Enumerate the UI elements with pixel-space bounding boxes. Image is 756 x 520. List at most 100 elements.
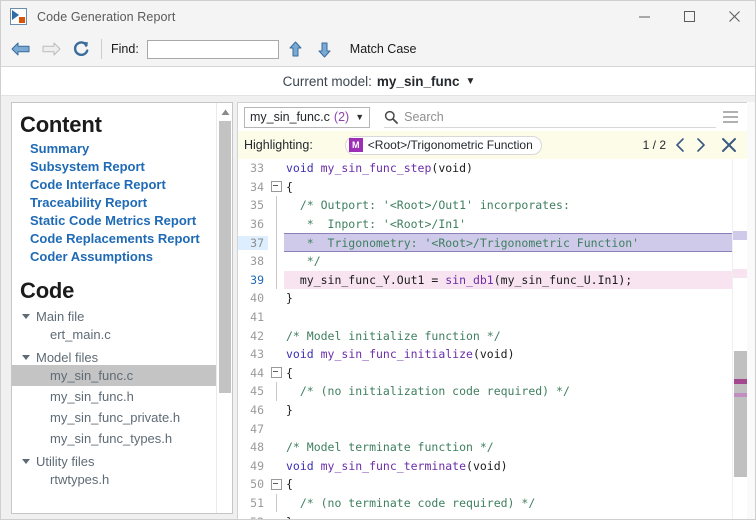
code-line[interactable]: 38 */ (238, 252, 748, 271)
code-text: { (284, 477, 748, 491)
close-icon[interactable] (712, 1, 756, 32)
code-text: /* Model initialize function */ (284, 329, 748, 343)
toolbar-separator (101, 39, 102, 59)
code-line[interactable]: 42 /* Model initialize function */ (238, 326, 748, 345)
fold-guide-line (268, 233, 284, 252)
scroll-up-icon[interactable] (217, 105, 233, 119)
code-line[interactable]: 34{ (238, 178, 748, 197)
code-line[interactable]: 47 (238, 419, 748, 438)
window-title: Code Generation Report (37, 10, 175, 24)
code-line[interactable]: 35 /* Outport: '<Root>/Out1' incorporate… (238, 196, 748, 215)
sidebar-file-ert-main-c[interactable]: ert_main.c (12, 324, 216, 345)
code-heading: Code (20, 278, 216, 304)
sidebar-file-my-sin-func-h[interactable]: my_sin_func.h (12, 386, 216, 407)
highlight-item-pill[interactable]: M <Root>/Trigonometric Function (345, 136, 542, 155)
current-model-bar: Current model: my_sin_func ▼ (1, 67, 756, 96)
code-line[interactable]: 50{ (238, 475, 748, 494)
code-text: { (284, 366, 748, 380)
sidebar-group-model-files[interactable]: Model files (22, 350, 216, 365)
line-number: 37 (238, 236, 268, 250)
current-model-label: Current model: (283, 74, 372, 89)
sidebar-link-code-interface-report[interactable]: Code Interface Report (30, 177, 216, 192)
fold-collapse-icon[interactable] (268, 367, 284, 378)
sidebar-file-my-sin-func-types-h[interactable]: my_sin_func_types.h (12, 428, 216, 449)
code-text: void my_sin_func_step(void) (284, 161, 748, 175)
back-arrow-icon[interactable] (8, 36, 34, 62)
sidebar-file-my-sin-func-c[interactable]: my_sin_func.c (12, 365, 216, 386)
line-number: 38 (238, 254, 268, 268)
code-listing[interactable]: 33void my_sin_func_step(void)34{35 /* Ou… (238, 159, 748, 520)
sidebar-link-summary[interactable]: Summary (30, 141, 216, 156)
code-line[interactable]: 49void my_sin_func_terminate(void) (238, 457, 748, 476)
window-controls (622, 1, 756, 32)
code-line[interactable]: 51 /* (no terminate code required) */ (238, 494, 748, 513)
code-line[interactable]: 36 * Inport: '<Root>/In1' (238, 215, 748, 234)
sidebar-group-label: Main file (36, 309, 84, 324)
sidebar-file-my-sin-func-private-h[interactable]: my_sin_func_private.h (12, 407, 216, 428)
fold-guide-line (268, 252, 284, 271)
code-text: my_sin_func_Y.Out1 = sin_db1(my_sin_func… (284, 271, 748, 290)
highlighting-bar: Highlighting: M <Root>/Trigonometric Fun… (238, 131, 748, 159)
line-number: 48 (238, 440, 268, 454)
hamburger-menu-icon[interactable] (716, 103, 744, 131)
code-text: /* Outport: '<Root>/Out1' incorporates: (284, 198, 748, 212)
code-text: */ (284, 254, 748, 268)
refresh-icon[interactable] (68, 36, 94, 62)
app-icon (10, 8, 27, 25)
close-highlight-icon[interactable] (720, 135, 738, 155)
minimize-icon[interactable] (622, 1, 667, 32)
maximize-icon[interactable] (667, 1, 712, 32)
toolbar: Find: Match Case (1, 32, 756, 67)
sidebar-scrollbar-thumb[interactable] (219, 121, 231, 393)
code-line[interactable]: 44 { (238, 364, 748, 383)
highlighting-label: Highlighting: (244, 138, 313, 152)
line-number: 36 (238, 217, 268, 231)
code-text: } (284, 403, 748, 417)
sidebar-link-code-replacements-report[interactable]: Code Replacements Report (30, 231, 216, 246)
down-arrow-icon[interactable] (313, 37, 337, 61)
search-box[interactable] (384, 106, 716, 128)
sidebar-link-subsystem-report[interactable]: Subsystem Report (30, 159, 216, 174)
sidebar-group-main-file[interactable]: Main file (22, 309, 216, 324)
chevron-down-icon[interactable]: ▼ (465, 76, 475, 87)
line-number: 44 (238, 366, 268, 380)
match-case-label[interactable]: Match Case (350, 42, 417, 56)
code-line[interactable]: 37 * Trigonometry: '<Root>/Trigonometric… (238, 233, 748, 252)
sidebar-file-rtwtypes-h[interactable]: rtwtypes.h (12, 469, 216, 490)
code-line[interactable]: 46} (238, 401, 748, 420)
search-input[interactable] (404, 110, 716, 124)
sidebar-link-traceability-report[interactable]: Traceability Report (30, 195, 216, 210)
up-arrow-icon[interactable] (284, 37, 308, 61)
current-model-name: my_sin_func (377, 74, 460, 89)
sidebar-scrollbar[interactable] (216, 103, 232, 513)
triangle-down-icon (22, 459, 30, 464)
code-line[interactable]: 33void my_sin_func_step(void) (238, 159, 748, 178)
code-line[interactable]: 39 my_sin_func_Y.Out1 = sin_db1(my_sin_f… (238, 271, 748, 290)
code-line[interactable]: 52} (238, 512, 748, 520)
code-line[interactable]: 43void my_sin_func_initialize(void) (238, 345, 748, 364)
line-number: 34 (238, 180, 268, 194)
fold-collapse-icon[interactable] (268, 479, 284, 490)
fold-collapse-icon[interactable] (268, 181, 284, 192)
model-badge-icon: M (349, 138, 363, 152)
sidebar-content: Content Summary Subsystem Report Code In… (12, 103, 216, 513)
fold-guide-line (268, 271, 284, 290)
file-selector-value: my_sin_func.c (250, 110, 330, 124)
triangle-down-icon (22, 314, 30, 319)
line-number: 42 (238, 329, 268, 343)
line-number: 47 (238, 422, 268, 436)
sidebar-group-utility-files[interactable]: Utility files (22, 454, 216, 469)
code-line[interactable]: 48/* Model terminate function */ (238, 438, 748, 457)
find-input[interactable] (147, 40, 279, 59)
line-number: 45 (238, 384, 268, 398)
sidebar: Content Summary Subsystem Report Code In… (11, 102, 233, 514)
code-line[interactable]: 40} (238, 289, 748, 308)
sidebar-link-static-code-metrics-report[interactable]: Static Code Metrics Report (30, 213, 216, 228)
sidebar-link-coder-assumptions[interactable]: Coder Assumptions (30, 249, 216, 264)
chevron-left-icon[interactable] (673, 135, 687, 155)
chevron-right-icon[interactable] (694, 135, 708, 155)
search-icon (384, 110, 398, 124)
code-line[interactable]: 41 (238, 308, 748, 327)
file-selector-dropdown[interactable]: my_sin_func.c (2) ▼ (244, 107, 370, 128)
code-line[interactable]: 45 /* (no initialization code required) … (238, 382, 748, 401)
